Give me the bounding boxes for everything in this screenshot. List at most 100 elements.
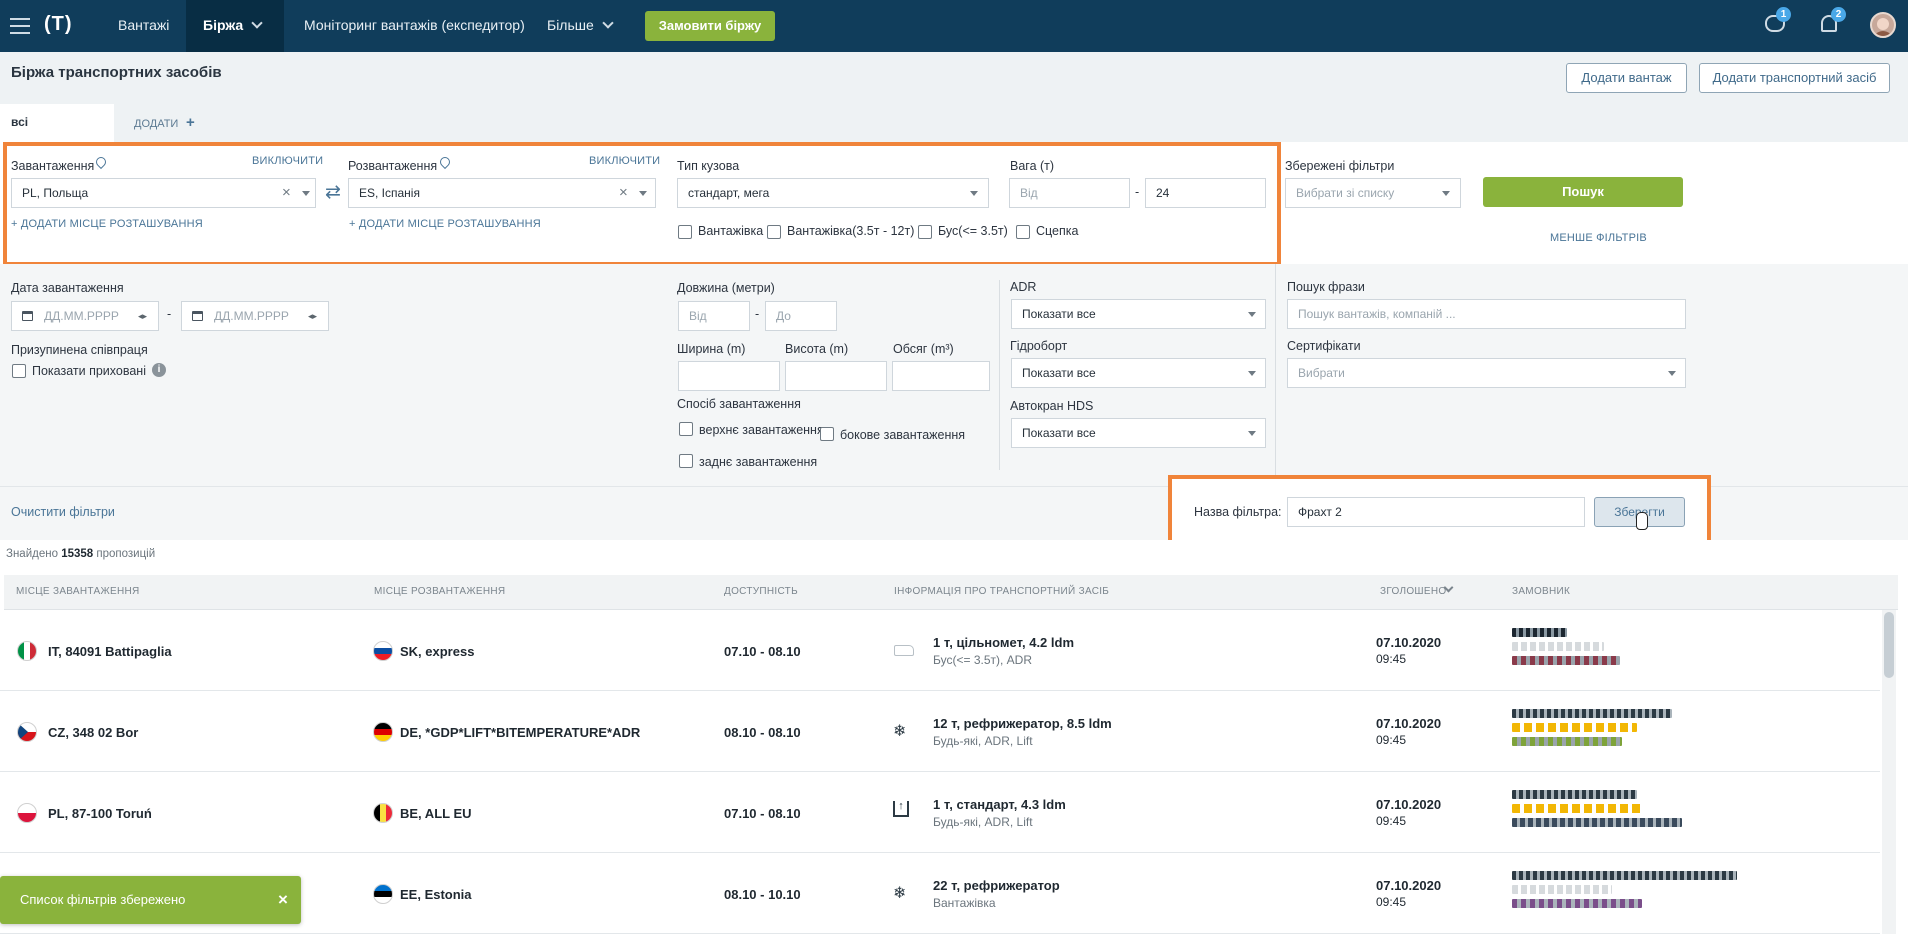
body-type-select[interactable]: стандарт, мега <box>677 178 989 208</box>
chevron-down-icon[interactable] <box>302 191 310 196</box>
flag-de-icon <box>373 722 393 742</box>
tab-all[interactable]: всі <box>0 104 114 142</box>
tab-add[interactable]: ДОДАТИ + <box>134 114 195 131</box>
bus-checkbox[interactable] <box>918 225 932 239</box>
unloading-location-input[interactable]: ES, Іспанія × <box>348 178 656 208</box>
search-button[interactable]: Пошук <box>1483 177 1683 207</box>
unloading-exclude-link[interactable]: ВИКЛЮЧИТИ <box>589 155 660 167</box>
crane-select[interactable]: Показати все <box>1011 418 1266 448</box>
flag-cz-icon <box>17 722 37 742</box>
divider <box>999 280 1000 470</box>
row-availability: 08.10 - 08.10 <box>724 725 801 740</box>
close-icon[interactable]: × <box>278 876 288 924</box>
logo[interactable]: (T) <box>44 13 73 36</box>
nav-item-cargo[interactable]: Вантажі <box>118 17 169 33</box>
length-range-dash: - <box>755 307 760 321</box>
clear-icon[interactable]: × <box>282 179 291 207</box>
clear-filters-link[interactable]: Очистити фільтри <box>11 505 115 519</box>
scrollbar-thumb[interactable] <box>1884 612 1894 678</box>
unloading-add-location-link[interactable]: + ДОДАТИ МІСЦЕ РОЗТАШУВАННЯ <box>349 218 541 230</box>
add-vehicle-button[interactable]: Додати транспортний засіб <box>1699 63 1890 93</box>
row-date: 07.10.2020 <box>1376 635 1442 650</box>
loading-add-location-link[interactable]: + ДОДАТИ МІСЦЕ РОЗТАШУВАННЯ <box>11 218 203 230</box>
chevron-down-icon <box>251 17 263 29</box>
tail-lift-select[interactable]: Показати все <box>1011 358 1266 388</box>
volume-input[interactable] <box>892 361 990 391</box>
add-cargo-button[interactable]: Додати вантаж <box>1566 63 1687 93</box>
chevron-down-icon[interactable] <box>639 191 647 196</box>
unloading-location-value: ES, Іспанія <box>359 186 420 200</box>
loading-method-label: Спосіб завантаження <box>677 397 801 411</box>
rear-loading-label: заднє завантаження <box>699 455 818 469</box>
date-from-placeholder: ДД.ММ.РРРР <box>44 309 119 323</box>
customer-blurred <box>1512 628 1772 678</box>
chat-badge: 1 <box>1776 7 1791 22</box>
side-loading-checkbox[interactable] <box>820 427 834 441</box>
less-filters-link[interactable]: МЕНШЕ ФІЛЬТРІВ <box>1550 232 1647 244</box>
filter-name-label: Назва фільтра: <box>1194 505 1282 519</box>
row-date: 07.10.2020 <box>1376 797 1442 812</box>
weight-label: Вага (т) <box>1010 159 1055 173</box>
nav-item-monitoring[interactable]: Моніторинг вантажів (експедитор) <box>304 17 525 33</box>
swap-icon[interactable]: ⇄ <box>325 181 341 204</box>
rear-loading-checkbox[interactable] <box>679 454 693 468</box>
date-range-dash: - <box>167 307 172 321</box>
loading-location-value: PL, Польща <box>22 186 89 200</box>
arrows-icon: ◂▸ <box>138 311 148 321</box>
avatar[interactable] <box>1870 12 1896 38</box>
loading-exclude-link[interactable]: ВИКЛЮЧИТИ <box>252 155 323 167</box>
filter-name-input[interactable]: Фрахт 2 <box>1287 497 1585 527</box>
height-label: Висота (m) <box>785 342 849 356</box>
adr-select[interactable]: Показати все <box>1011 299 1266 329</box>
row-time: 09:45 <box>1376 733 1407 747</box>
weight-to-input[interactable]: 24 <box>1145 178 1266 208</box>
length-to-input[interactable]: До <box>765 301 837 331</box>
saved-filters-select[interactable]: Вибрати зі списку <box>1285 178 1461 208</box>
date-to-input[interactable]: ДД.ММ.РРРР ◂▸ <box>181 301 329 331</box>
width-input[interactable] <box>678 361 780 391</box>
nav-item-more[interactable]: Більше <box>547 17 594 33</box>
order-exchange-button[interactable]: Замовити біржу <box>645 11 775 41</box>
phrase-search-label: Пошук фрази <box>1287 280 1365 294</box>
row-from: CZ, 348 02 Bor <box>48 725 139 740</box>
top-nav: (T) Вантажі Біржа Моніторинг вантажів (е… <box>0 0 1908 52</box>
column-customer[interactable]: ЗАМОВНИК <box>1512 586 1570 597</box>
row-vehicle-sub: Вантажівка <box>933 896 996 910</box>
truck-mid-checkbox[interactable] <box>767 225 781 239</box>
loading-location-input[interactable]: PL, Польща × <box>11 178 316 208</box>
info-icon[interactable]: i <box>152 363 166 377</box>
toast-text: Список фільтрів збережено <box>20 892 186 907</box>
column-vehicle-info[interactable]: ІНФОРМАЦІЯ ПРО ТРАНСПОРТНИЙ ЗАСІБ <box>894 586 1109 597</box>
adr-label: ADR <box>1010 280 1037 294</box>
date-from-input[interactable]: ДД.ММ.РРРР ◂▸ <box>11 301 159 331</box>
weight-from-input[interactable]: Від <box>1009 178 1130 208</box>
suspended-label: Призупинена співпраця <box>11 343 148 357</box>
column-unloading[interactable]: МІСЦЕ РОЗВАНТАЖЕННЯ <box>374 586 505 597</box>
clear-icon[interactable]: × <box>619 179 628 207</box>
height-input[interactable] <box>785 361 887 391</box>
title-bar: Біржа транспортних засобів Додати вантаж… <box>0 52 1908 142</box>
length-from-input[interactable]: Від <box>678 301 750 331</box>
results-count-prefix: Знайдено <box>6 548 58 560</box>
truck-checkbox[interactable] <box>678 225 692 239</box>
show-hidden-checkbox[interactable] <box>12 364 26 378</box>
chevron-down-icon <box>1248 431 1256 436</box>
certificates-select[interactable]: Вибрати <box>1287 358 1686 388</box>
column-reported[interactable]: ЗГОЛОШЕНО <box>1380 586 1446 597</box>
certificates-label: Сертифікати <box>1287 339 1361 353</box>
chevron-down-icon <box>1668 371 1676 376</box>
chevron-down-icon[interactable] <box>602 17 614 29</box>
trailer-checkbox[interactable] <box>1016 225 1030 239</box>
nav-item-exchange-active[interactable]: Біржа <box>186 0 284 52</box>
menu-icon[interactable] <box>10 18 30 34</box>
customer-blurred <box>1512 709 1772 759</box>
volume-label: Обсяг (m³) <box>893 342 954 356</box>
top-loading-checkbox[interactable] <box>679 422 693 436</box>
customer-blurred <box>1512 871 1772 921</box>
date-to-placeholder: ДД.ММ.РРРР <box>214 309 289 323</box>
upload-icon: ↑ <box>893 801 909 817</box>
column-loading[interactable]: МІСЦЕ ЗАВАНТАЖЕННЯ <box>16 586 140 597</box>
chevron-down-icon <box>1442 191 1450 196</box>
column-availability[interactable]: ДОСТУПНІСТЬ <box>724 586 798 597</box>
phrase-search-input[interactable]: Пошук вантажів, компаній ... <box>1287 299 1686 329</box>
